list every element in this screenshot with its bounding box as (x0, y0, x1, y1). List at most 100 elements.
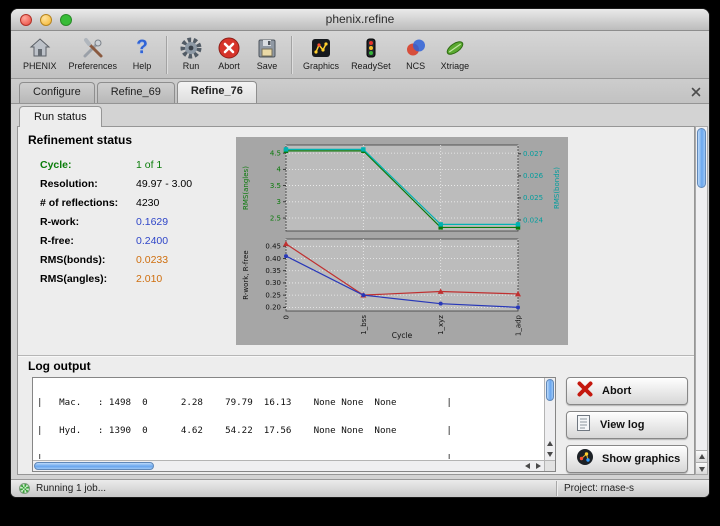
log-horizontal-scrollbar[interactable] (33, 460, 544, 471)
tab-refine-76[interactable]: Refine_76 (177, 81, 257, 103)
toolbar-label: NCS (406, 61, 425, 71)
svg-text:RMS(angles): RMS(angles) (242, 166, 250, 210)
toolbar-item-help[interactable]: ? Help (123, 34, 161, 72)
svg-text:Cycle: Cycle (392, 331, 413, 340)
tabbar: Configure Refine_69 Refine_76 (11, 79, 709, 104)
svg-text:3.5: 3.5 (270, 182, 281, 190)
svg-text:2.5: 2.5 (270, 214, 281, 222)
close-window-icon[interactable] (20, 14, 32, 26)
view-log-document-icon (576, 414, 592, 437)
stat-value: 1 of 1 (136, 159, 162, 171)
svg-text:4.5: 4.5 (270, 149, 281, 157)
progress-spinner-icon (19, 483, 30, 494)
svg-text:0.025: 0.025 (523, 194, 543, 202)
zoom-window-icon[interactable] (60, 14, 72, 26)
toolbar-label: Preferences (69, 61, 118, 71)
stat-label: RMS(bonds): (40, 254, 136, 266)
graphics-molecule-icon (308, 35, 334, 61)
readyset-traffic-light-icon (358, 35, 384, 61)
view-log-button-label: View log (600, 419, 644, 431)
toolbar-item-readyset[interactable]: ReadySet (345, 34, 397, 72)
svg-text:0.40: 0.40 (265, 255, 281, 263)
svg-text:0.45: 0.45 (265, 243, 281, 251)
svg-text:0.30: 0.30 (265, 279, 281, 287)
window-title: phenix.refine (11, 9, 709, 30)
toolbar-item-preferences[interactable]: Preferences (63, 34, 124, 72)
scroll-right-icon[interactable] (536, 463, 541, 469)
abort-x-icon (576, 380, 594, 403)
abort-circle-icon (216, 35, 242, 61)
toolbar-item-save[interactable]: Save (248, 34, 286, 72)
log-line: | Hyd. : 1390 0 4.62 54.22 17.56 None No… (37, 426, 542, 435)
scroll-down-icon[interactable] (547, 452, 553, 457)
section-divider (18, 355, 694, 357)
stat-row-cycle: Cycle:1 of 1 (40, 159, 162, 171)
status-running-text: Running 1 job... (36, 483, 106, 494)
xtriage-icon (442, 35, 468, 61)
main-scrollbar-thumb[interactable] (697, 128, 706, 188)
help-question-icon: ? (129, 35, 155, 61)
abort-button-label: Abort (602, 385, 631, 397)
minimize-window-icon[interactable] (40, 14, 52, 26)
toolbar-label: Abort (218, 61, 240, 71)
scroll-up-icon[interactable] (547, 441, 553, 446)
tab-run-status[interactable]: Run status (19, 106, 102, 127)
svg-text:1_adp: 1_adp (515, 314, 523, 336)
svg-text:0.35: 0.35 (265, 267, 281, 275)
toolbar-label: PHENIX (23, 61, 57, 71)
log-line: | Mac. : 1498 0 2.28 79.79 16.13 None No… (37, 398, 542, 407)
stat-row-r-work: R-work:0.1629 (40, 216, 168, 228)
phenix-refine-window: phenix.refine PHENIX Preferences ? Help (10, 8, 710, 498)
toolbar-item-phenix[interactable]: PHENIX (17, 34, 63, 72)
toolbar-item-xtriage[interactable]: Xtriage (435, 34, 476, 72)
svg-text:4: 4 (277, 166, 282, 174)
svg-text:0.027: 0.027 (523, 150, 543, 158)
svg-text:R-work, R-free: R-work, R-free (242, 250, 250, 299)
stat-value: 4230 (136, 197, 159, 209)
log-output-heading: Log output (28, 359, 91, 373)
show-graphics-button[interactable]: Show graphics (566, 445, 688, 473)
tab-close-icon[interactable] (690, 85, 702, 97)
log-vertical-scrollbar-thumb[interactable] (546, 379, 554, 401)
toolbar-label: Save (257, 61, 278, 71)
stat-value: 2.010 (136, 273, 162, 285)
abort-button[interactable]: Abort (566, 377, 688, 405)
toolbar-item-ncs[interactable]: NCS (397, 34, 435, 72)
stat-label: Resolution: (40, 178, 136, 190)
scroll-left-icon[interactable] (525, 463, 530, 469)
main-vertical-scrollbar[interactable] (695, 126, 708, 475)
show-graphics-icon (576, 448, 594, 471)
statusbar-divider (556, 481, 557, 496)
tab-refine-69[interactable]: Refine_69 (97, 82, 175, 103)
run-gear-icon (178, 35, 204, 61)
log-line: | | (37, 454, 542, 459)
toolbar-label: Graphics (303, 61, 339, 71)
toolbar-item-run[interactable]: Run (172, 34, 210, 72)
titlebar: phenix.refine (11, 9, 709, 31)
content-area: Run status Refinement status Cycle:1 of … (11, 104, 709, 479)
chart-canvas: 2.533.544.50.0240.0250.0260.027RMS(angle… (236, 137, 568, 345)
view-log-button[interactable]: View log (566, 411, 688, 439)
refinement-status-heading: Refinement status (28, 133, 132, 147)
main-scroll-down-button[interactable] (696, 462, 707, 474)
svg-text:0: 0 (283, 315, 291, 319)
log-horizontal-scrollbar-thumb[interactable] (34, 462, 154, 470)
toolbar-item-abort[interactable]: Abort (210, 34, 248, 72)
scrollbar-corner (544, 460, 555, 471)
main-scroll-up-button[interactable] (696, 450, 707, 462)
log-text: | Mac. : 1498 0 2.28 79.79 16.13 None No… (37, 380, 542, 459)
status-project-text: Project: rnase-s (564, 483, 634, 494)
log-vertical-scrollbar[interactable] (544, 378, 555, 460)
svg-text:0.20: 0.20 (265, 304, 281, 312)
run-status-panel: Refinement status Cycle:1 of 1 Resolutio… (17, 126, 695, 475)
stat-label: Cycle: (40, 159, 136, 171)
toolbar-item-graphics[interactable]: Graphics (297, 34, 345, 72)
svg-text:1_bss: 1_bss (360, 315, 368, 335)
toolbar-separator (291, 36, 292, 74)
toolbar-separator (166, 36, 167, 74)
stat-row-r-free: R-free:0.2400 (40, 235, 168, 247)
stat-label: R-work: (40, 216, 136, 228)
tab-configure[interactable]: Configure (19, 82, 95, 103)
stat-value: 0.0233 (136, 254, 168, 266)
svg-text:0.25: 0.25 (265, 291, 281, 299)
